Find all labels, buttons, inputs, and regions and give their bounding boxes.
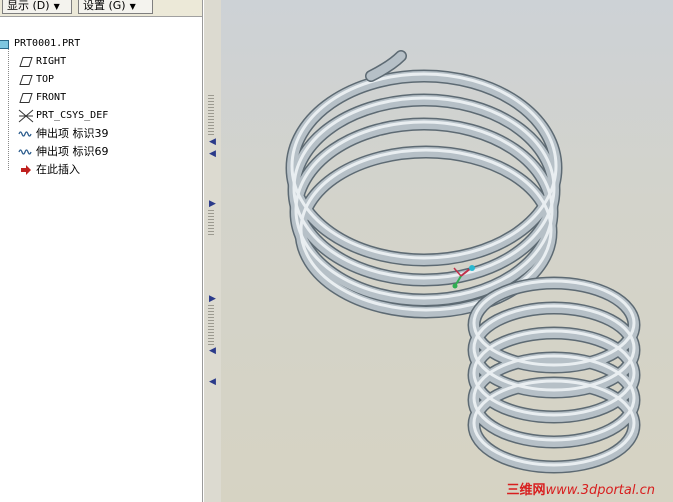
small-spring[interactable] [467,276,641,474]
graphics-viewport[interactable]: 三维网www.3dportal.cn [221,0,673,502]
collapse-arrow-icon[interactable]: ◀ [209,378,216,387]
watermark-site: www.3dportal.cn [545,483,655,498]
tree-item-label: 伸出项 标识39 [36,127,109,140]
tree-item-label: RIGHT [36,56,67,67]
model-tree-toolbar: 显示 (D) ▼ 设置 (G) ▼ [0,0,202,17]
tree-item-label: TOP [36,74,55,85]
large-spring[interactable] [285,50,563,319]
tree-item-label: 伸出项 标识69 [36,145,109,158]
model-tree-panel: 显示 (D)▼ 设置 (G)▼ PRT0001.PRT RIGHT TOP [0,0,203,502]
dropdown-arrow-icon: ▼ [129,2,136,11]
tree-item-label: PRT0001.PRT [14,38,81,49]
datum-plane-icon [18,91,34,105]
collapse-arrow-icon[interactable]: ◀ [209,138,216,147]
watermark-brand: 三维网 [506,483,546,498]
sweep-feature-icon [18,145,34,159]
show-menu-label: 显示 (D) [7,0,50,12]
tree-item-label: PRT_CSYS_DEF [36,110,109,121]
expand-arrow-icon[interactable]: ▶ [209,200,216,209]
tree-guide-line [8,44,9,170]
splitter-grip [208,210,214,235]
splitter-grip [208,95,214,135]
coordinate-system-icon [18,109,34,123]
insert-here-arrow-icon [18,163,34,177]
spring-model-view [285,50,641,474]
splitter-grip [208,305,214,345]
tree-item-label: FRONT [36,92,67,103]
settings-menu-button[interactable]: 设置 (G) ▼ [78,0,153,14]
datum-plane-icon [18,73,34,87]
dropdown-arrow-icon: ▼ [53,2,60,11]
datum-plane-icon [18,55,34,69]
tree-item-label: 在此插入 [36,163,80,176]
expand-arrow-icon[interactable]: ▶ [209,295,216,304]
watermark-logo: 三维网www.3dportal.cn [507,479,655,498]
show-menu-button[interactable]: 显示 (D) ▼ [2,0,72,14]
settings-menu-label: 设置 (G) [83,0,126,12]
part-icon [0,37,12,51]
collapse-arrow-icon[interactable]: ◀ [209,347,216,356]
collapse-arrow-icon[interactable]: ◀ [209,150,216,159]
sweep-feature-icon [18,127,34,141]
panel-splitter[interactable]: ◀ ◀ ▶ ▶ ◀ ◀ [203,0,222,502]
